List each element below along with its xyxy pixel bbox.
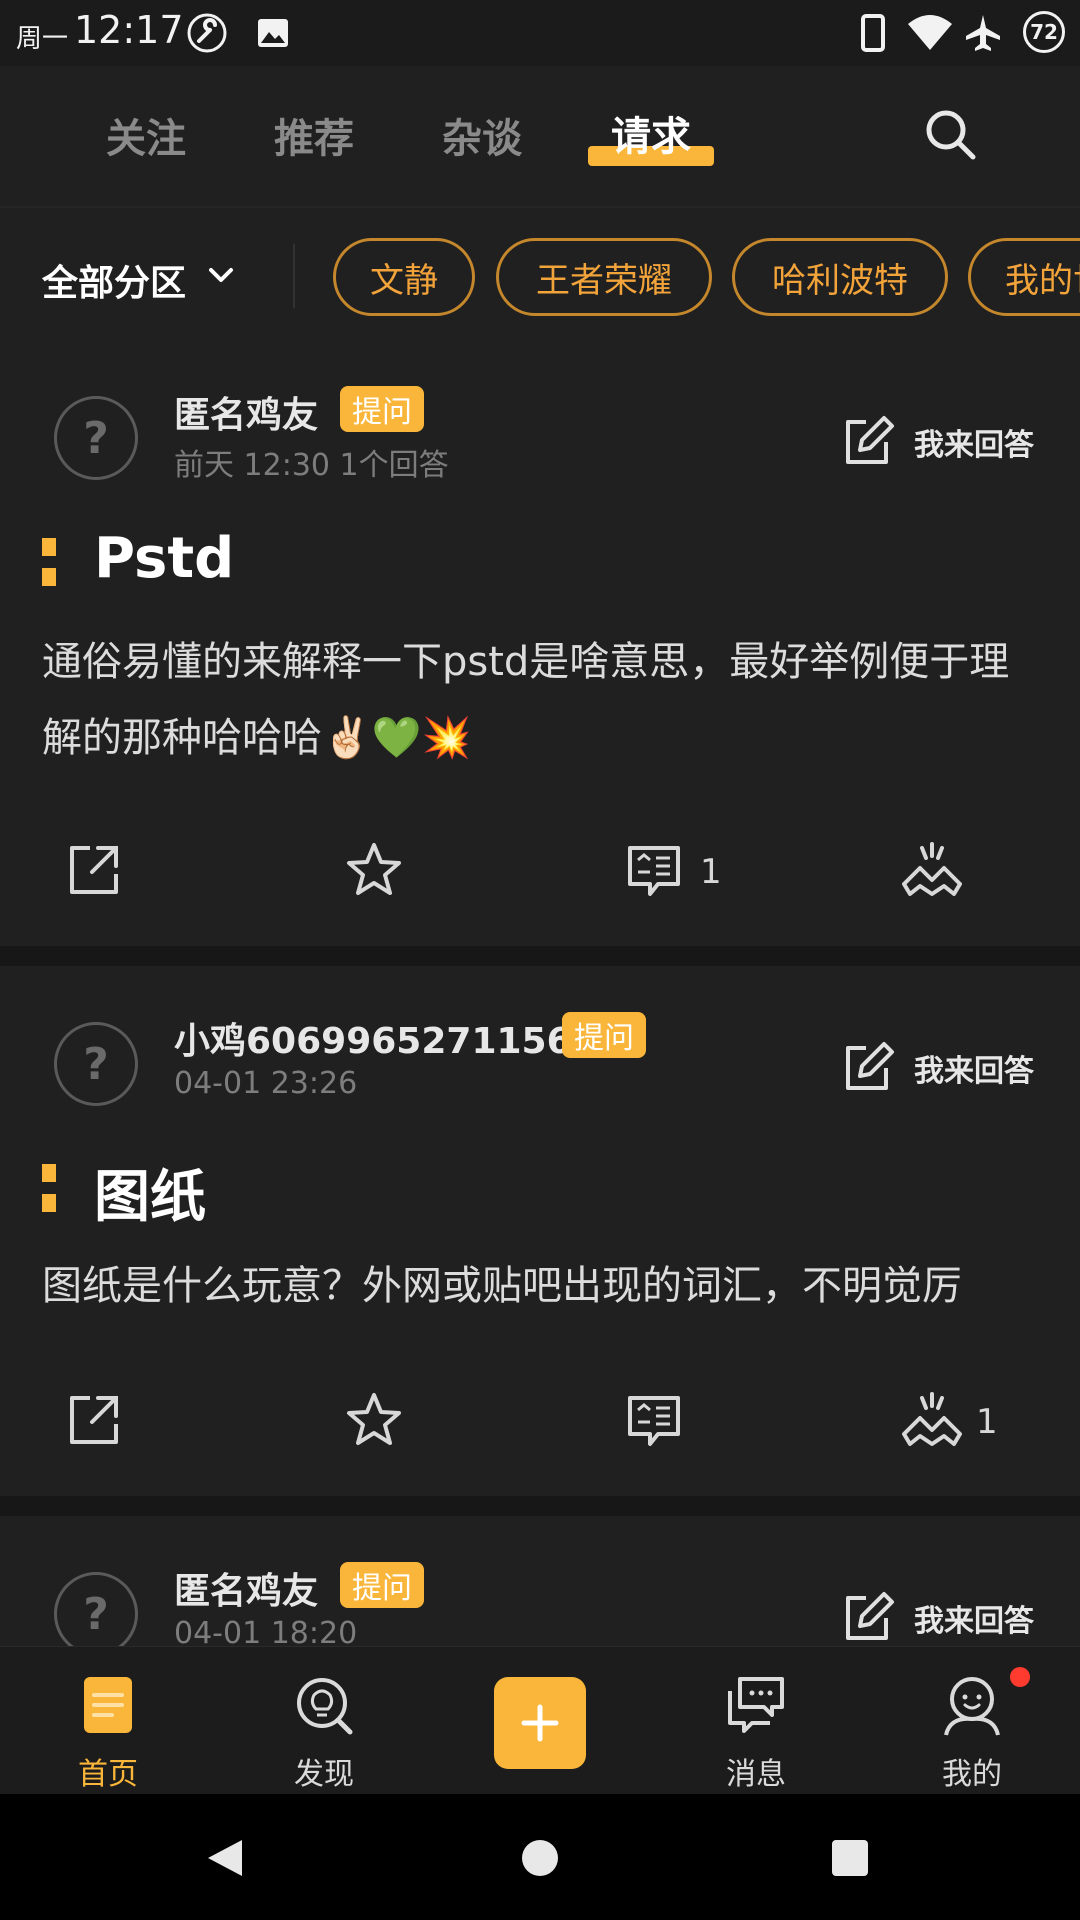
tab-chat[interactable]: 杂谈 <box>442 106 522 164</box>
post-author[interactable]: 匿名鸡友 <box>174 1562 318 1614</box>
nav-home[interactable]: 首页 <box>0 1647 216 1795</box>
message-icon <box>728 1677 784 1733</box>
bottom-nav: 首页 发现 消息 我的 <box>0 1646 1080 1794</box>
post-separator <box>0 946 1080 966</box>
nav-discover-label: 发现 <box>294 1757 354 1792</box>
post-meta: 04-01 18:20 <box>174 1616 358 1646</box>
answer-label: 我来回答 <box>914 428 1034 463</box>
notification-dot <box>1010 1667 1030 1687</box>
tab-request[interactable]: 请求 <box>611 104 691 162</box>
comment-icon <box>628 846 680 896</box>
question-badge: 提问 <box>340 1562 424 1608</box>
chevron-down-icon[interactable] <box>206 260 236 290</box>
post-meta: 前天 12:30 1个回答 <box>174 448 449 483</box>
answer-button[interactable]: 我来回答 <box>838 1586 1048 1646</box>
image-icon <box>258 19 288 47</box>
plus-icon <box>521 1704 559 1742</box>
edit-icon <box>846 1042 894 1090</box>
title-marker <box>42 538 56 592</box>
like-button[interactable] <box>900 840 1020 900</box>
title-marker <box>42 1164 56 1218</box>
edit-icon <box>846 416 894 464</box>
question-badge: 提问 <box>340 386 424 432</box>
avatar[interactable]: ? <box>54 1572 138 1646</box>
like-count: 1 <box>976 1402 998 1442</box>
search-icon[interactable] <box>922 106 978 162</box>
home-doc-icon <box>84 1677 132 1733</box>
publish-button[interactable] <box>494 1677 586 1769</box>
zone-chip[interactable]: 文静 <box>333 238 475 316</box>
post-card[interactable]: ? 匿名鸡友 提问 前天 12:30 1个回答 我来回答 Pstd 通俗易懂的来… <box>0 340 1080 946</box>
airplane-icon <box>966 15 1000 51</box>
nav-messages[interactable]: 消息 <box>648 1647 864 1795</box>
battery-indicator: 72 <box>1023 11 1065 53</box>
recents-icon[interactable] <box>830 1838 870 1878</box>
like-button[interactable]: 1 <box>900 1390 1020 1450</box>
star-icon[interactable] <box>344 1390 404 1450</box>
status-time: 12:17 <box>74 8 184 52</box>
back-icon[interactable] <box>204 1836 248 1880</box>
edit-icon <box>846 1592 894 1640</box>
nav-profile-label: 我的 <box>942 1757 1002 1792</box>
post-title[interactable]: 图纸 <box>94 1152 206 1233</box>
screen: 周一 12:17 72 关注 推荐 杂谈 请求 全部分区 文静 王者荣耀 哈利波… <box>0 0 1080 1920</box>
status-day: 周一 <box>16 24 69 54</box>
avatar[interactable]: ? <box>54 396 138 480</box>
share-icon[interactable] <box>64 840 124 900</box>
post-author[interactable]: 匿名鸡友 <box>174 386 318 438</box>
top-tabs: 关注 推荐 杂谈 请求 <box>0 66 1080 206</box>
tab-recommend[interactable]: 推荐 <box>274 106 354 164</box>
profile-icon <box>944 1677 1000 1736</box>
answer-label: 我来回答 <box>914 1604 1034 1639</box>
cheer-icon <box>902 842 962 896</box>
nav-profile[interactable]: 我的 <box>864 1647 1080 1795</box>
post-meta: 04-01 23:26 <box>174 1066 358 1101</box>
post-separator <box>0 1496 1080 1516</box>
tab-follow[interactable]: 关注 <box>106 106 186 164</box>
answer-button[interactable]: 我来回答 <box>838 1036 1048 1096</box>
post-body[interactable]: 图纸是什么玩意？外网或贴吧出现的词汇，不明觉厉 <box>42 1248 1032 1324</box>
post-title[interactable]: Pstd <box>94 526 234 591</box>
zone-chip[interactable]: 我的世界 <box>968 238 1080 316</box>
zone-chip[interactable]: 哈利波特 <box>732 238 948 316</box>
nav-home-label: 首页 <box>78 1757 138 1792</box>
post-card[interactable]: ? 小鸡6069965271156 提问 04-01 23:26 我来回答 图纸… <box>0 966 1080 1516</box>
post-body[interactable]: 通俗易懂的来解释一下pstd是啥意思，最好举例便于理解的那种哈哈哈✌🏻💚💥 <box>42 624 1032 776</box>
wifi-icon <box>908 15 952 50</box>
post-author[interactable]: 小鸡6069965271156 <box>174 1012 572 1064</box>
system-nav-bar <box>0 1794 1080 1920</box>
zone-chip[interactable]: 王者荣耀 <box>496 238 712 316</box>
comment-button[interactable]: 1 <box>624 840 764 900</box>
status-bar: 周一 12:17 72 <box>0 0 1080 66</box>
answer-button[interactable]: 我来回答 <box>838 410 1048 470</box>
cheer-icon <box>902 1392 962 1446</box>
question-badge: 提问 <box>562 1012 646 1058</box>
nav-messages-label: 消息 <box>726 1757 786 1792</box>
answer-label: 我来回答 <box>914 1054 1034 1089</box>
star-icon[interactable] <box>344 840 404 900</box>
wrench-icon <box>187 13 227 53</box>
zone-select[interactable]: 全部分区 <box>42 254 186 306</box>
comment-icon <box>628 1396 680 1446</box>
home-circle-icon[interactable] <box>520 1838 560 1878</box>
share-icon[interactable] <box>64 1390 124 1450</box>
filter-row: 全部分区 文静 王者荣耀 哈利波特 我的世界 <box>0 206 1080 340</box>
post-card[interactable]: ? 匿名鸡友 提问 04-01 18:20 我来回答 <box>0 1516 1080 1646</box>
comment-count: 1 <box>700 852 722 892</box>
comment-button[interactable] <box>624 1390 764 1450</box>
avatar[interactable]: ? <box>54 1022 138 1106</box>
filter-divider <box>293 244 295 308</box>
nav-discover[interactable]: 发现 <box>216 1647 432 1795</box>
phone-icon <box>861 14 885 52</box>
discover-bulb-icon <box>297 1678 353 1735</box>
